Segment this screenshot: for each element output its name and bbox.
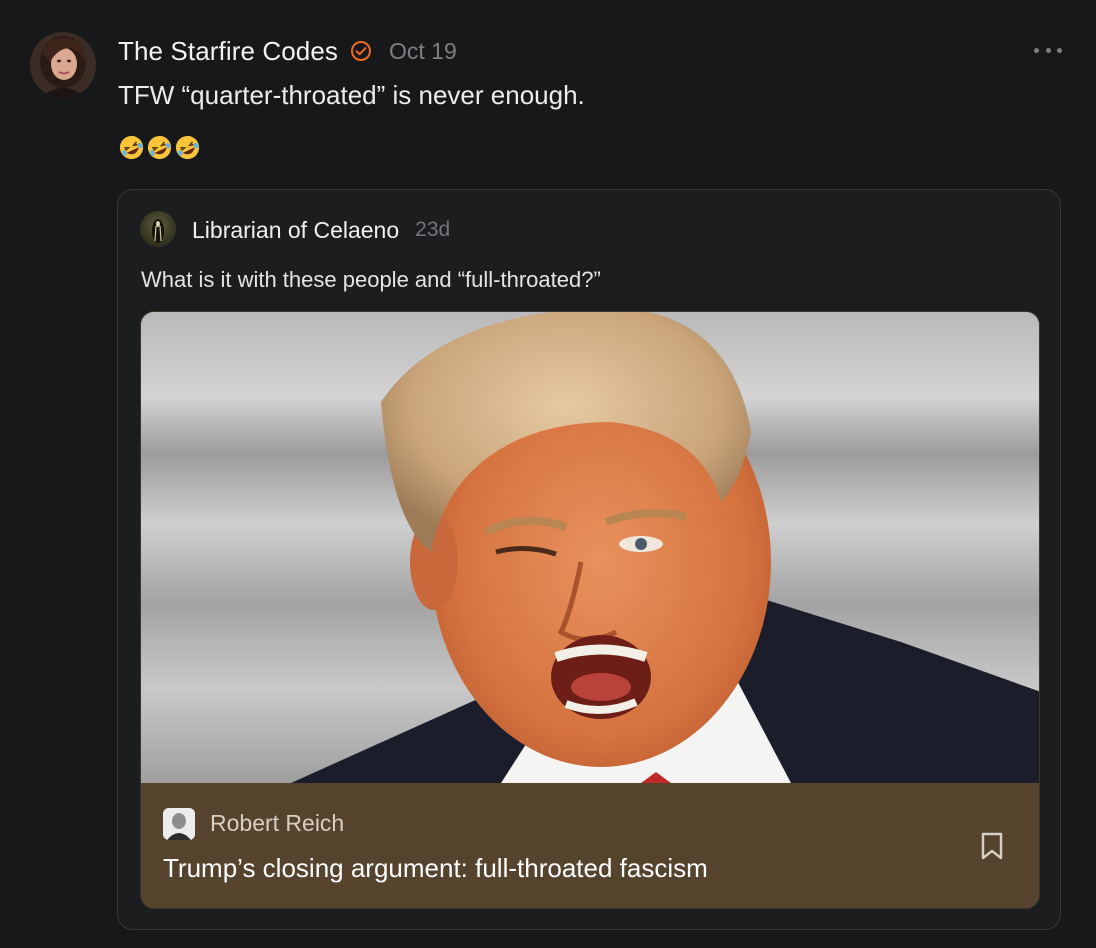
quote-text: What is it with these people and “full-t…: [141, 267, 601, 292]
bookmark-icon: [981, 832, 1003, 860]
quoted-post-card[interactable]: Librarian of Celaeno 23d What is it with…: [117, 189, 1061, 930]
publication-name: Robert Reich: [210, 810, 345, 836]
author-avatar[interactable]: [30, 32, 96, 98]
emoji-row: [118, 134, 201, 161]
quote-date[interactable]: 23d: [415, 218, 450, 242]
post-date[interactable]: Oct 19: [389, 38, 457, 65]
author-name[interactable]: The Starfire Codes: [118, 36, 338, 67]
dot-icon: [1034, 47, 1039, 53]
post-header: The Starfire Codes Oct 19: [118, 33, 457, 69]
link-footer: Robert Reich Trump’s closing argument: f…: [141, 783, 1039, 908]
bookmark-button[interactable]: [979, 831, 1005, 861]
more-options-button[interactable]: [1034, 38, 1062, 62]
rolling-on-floor-laughing-icon: [119, 135, 144, 160]
article-image: [141, 312, 1039, 783]
post-item: The Starfire Codes Oct 19 TFW “quarter-t…: [0, 0, 1096, 948]
quote-author-name[interactable]: Librarian of Celaeno: [192, 217, 399, 244]
quote-header: Librarian of Celaeno 23d: [192, 214, 450, 246]
article-title[interactable]: Trump’s closing argument: full-throated …: [163, 853, 708, 884]
post-text: TFW “quarter-throated” is never enough.: [118, 80, 585, 110]
rolling-on-floor-laughing-icon: [175, 135, 200, 160]
link-preview-card[interactable]: Robert Reich Trump’s closing argument: f…: [140, 311, 1040, 909]
dot-icon: [1057, 47, 1062, 53]
rolling-on-floor-laughing-icon: [147, 135, 172, 160]
dot-icon: [1045, 47, 1051, 53]
quote-author-avatar[interactable]: [140, 211, 176, 247]
publication-logo: [163, 808, 195, 840]
verified-check-icon: [350, 40, 372, 62]
